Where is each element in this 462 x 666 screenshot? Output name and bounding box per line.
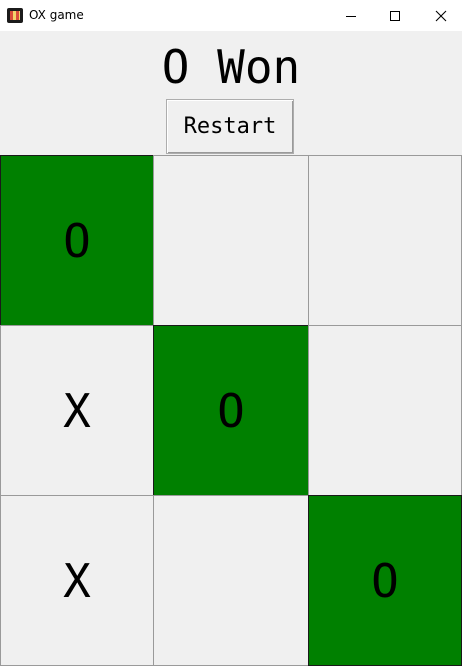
board-cell-0-0[interactable]: O bbox=[0, 155, 154, 326]
maximize-button[interactable] bbox=[372, 0, 418, 31]
ox-game-icon bbox=[7, 8, 23, 23]
restart-button[interactable]: Restart bbox=[166, 99, 294, 154]
game-status: O Won bbox=[161, 40, 301, 94]
minimize-icon bbox=[346, 15, 356, 17]
minimize-button[interactable] bbox=[328, 0, 374, 31]
game-window: OX game O Won Restart O X O X O bbox=[0, 0, 462, 666]
board-cell-2-0[interactable]: X bbox=[0, 495, 154, 666]
board-cell-2-1[interactable] bbox=[153, 495, 309, 666]
maximize-icon bbox=[390, 10, 400, 21]
close-button[interactable] bbox=[418, 0, 462, 31]
board-cell-1-2[interactable] bbox=[308, 325, 462, 496]
board-cell-2-2[interactable]: O bbox=[308, 495, 462, 666]
board-cell-0-2[interactable] bbox=[308, 155, 462, 326]
board-cell-1-1[interactable]: O bbox=[153, 325, 309, 496]
game-board: O X O X O bbox=[0, 155, 462, 666]
board-cell-0-1[interactable] bbox=[153, 155, 309, 326]
board-cell-1-0[interactable]: X bbox=[0, 325, 154, 496]
close-icon bbox=[435, 10, 447, 21]
title-bar: OX game bbox=[0, 0, 462, 31]
window-title: OX game bbox=[29, 8, 84, 22]
